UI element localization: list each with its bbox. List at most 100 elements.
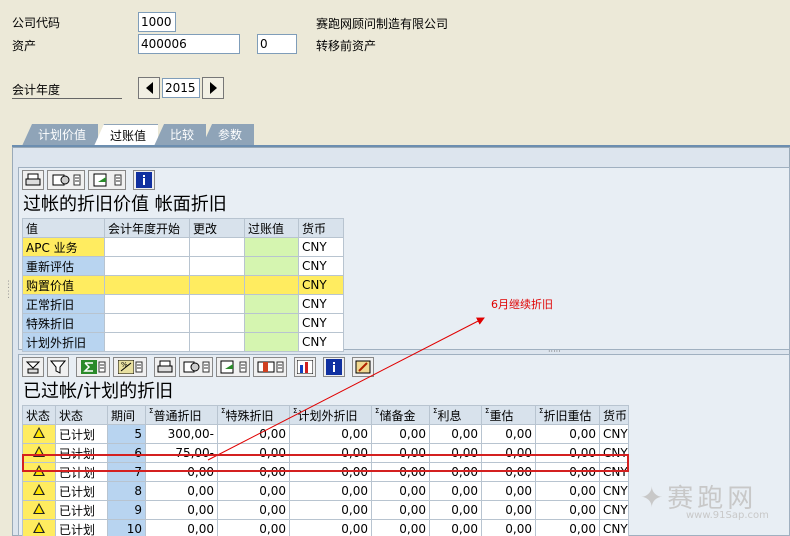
- column-header[interactable]: 状态: [55, 405, 108, 425]
- column-header[interactable]: 更改: [189, 218, 245, 238]
- column-header[interactable]: Σ 普通折旧: [145, 405, 218, 425]
- ordinary-dep-cell: 300,00-: [145, 424, 218, 444]
- table-row[interactable]: 已计划 9 0,00 0,00 0,00 0,00 0,00 0,00 0,00 CNY: [22, 500, 629, 520]
- reserve-cell: 0,00: [371, 424, 430, 444]
- menu-icon: [114, 174, 121, 186]
- dep-revaluation-cell: 0,00: [535, 481, 600, 501]
- column-header[interactable]: 期间: [107, 405, 146, 425]
- column-header[interactable]: 状态: [22, 405, 56, 425]
- currency-cell: CNY: [599, 500, 629, 520]
- column-header[interactable]: Σ 折旧重估: [535, 405, 600, 425]
- sum-icon: [80, 360, 97, 374]
- table-row[interactable]: 计划外折旧 CNY: [22, 332, 344, 352]
- info-icon: [326, 359, 342, 375]
- tab-posted-values[interactable]: 过账值: [94, 124, 159, 146]
- column-header[interactable]: 值: [22, 218, 105, 238]
- info-button[interactable]: [323, 357, 345, 377]
- period-cell: 9: [107, 500, 146, 520]
- filter-icon: [50, 360, 66, 374]
- filter-button[interactable]: [47, 357, 69, 377]
- edit-button[interactable]: [352, 357, 374, 377]
- export-button[interactable]: [88, 170, 126, 190]
- currency-cell: CNY: [599, 519, 629, 536]
- currency-cell: CNY: [599, 481, 629, 501]
- currency-cell: CNY: [298, 313, 344, 333]
- fy-start-cell: [104, 237, 190, 257]
- annotation-text: 6月继续折旧: [491, 298, 553, 311]
- sort-button[interactable]: [22, 357, 44, 377]
- table-row[interactable]: APC 业务 CNY: [22, 237, 344, 257]
- print-button[interactable]: [154, 357, 176, 377]
- value-type-cell: APC 业务: [22, 237, 105, 257]
- column-header[interactable]: Σ 计划外折旧: [289, 405, 372, 425]
- change-cell: [189, 332, 245, 352]
- tab-planned-values[interactable]: 计划价值: [22, 124, 99, 146]
- arrow-right-icon: [209, 82, 217, 94]
- column-header[interactable]: 过账值: [244, 218, 299, 238]
- resize-handle[interactable]: ⋮ ⋮: [4, 280, 13, 300]
- ordinary-dep-cell: 0,00: [145, 519, 218, 536]
- svg-text:%: %: [121, 361, 128, 369]
- revaluation-cell: 0,00: [481, 500, 536, 520]
- asset-subnumber-field[interactable]: 0: [257, 34, 297, 54]
- asset-label: 资产: [12, 39, 37, 53]
- currency-cell: CNY: [298, 332, 344, 352]
- asset-number-field[interactable]: 400006: [138, 34, 240, 54]
- table-row[interactable]: 已计划 8 0,00 0,00 0,00 0,00 0,00 0,00 0,00 CNY: [22, 481, 629, 501]
- column-header[interactable]: Σ 特殊折旧: [217, 405, 290, 425]
- value-type-cell: 正常折旧: [22, 294, 105, 314]
- status-icon-cell[interactable]: [22, 519, 56, 536]
- table-row[interactable]: 特殊折旧 CNY: [22, 313, 344, 333]
- warning-icon: [33, 522, 45, 533]
- posted-cell: [244, 275, 299, 295]
- sum-button[interactable]: [76, 357, 110, 377]
- table-row[interactable]: 已计划 5 300,00- 0,00 0,00 0,00 0,00 0,00 0,00 CNY: [22, 424, 629, 444]
- column-header[interactable]: 会计年度开始: [104, 218, 190, 238]
- table-row[interactable]: 正常折旧 CNY: [22, 294, 344, 314]
- layout-button[interactable]: [253, 357, 287, 377]
- view-button[interactable]: [179, 357, 213, 377]
- print-button[interactable]: [22, 170, 44, 190]
- next-year-button[interactable]: [202, 77, 224, 99]
- status-cell: 已计划: [55, 481, 108, 501]
- info-button[interactable]: [133, 170, 155, 190]
- posted-cell: [244, 294, 299, 314]
- interest-cell: 0,00: [429, 481, 482, 501]
- fy-start-cell: [104, 294, 190, 314]
- tab-parameters[interactable]: 参数: [202, 124, 255, 146]
- special-dep-cell: 0,00: [217, 424, 290, 444]
- column-header[interactable]: 货币: [298, 218, 344, 238]
- layout-icon: [257, 361, 274, 373]
- column-header[interactable]: Σ 利息: [429, 405, 482, 425]
- status-icon-cell[interactable]: [22, 500, 56, 520]
- menu-icon: [98, 361, 105, 373]
- view-button[interactable]: [47, 170, 85, 190]
- previous-year-button[interactable]: [138, 77, 160, 99]
- table-row[interactable]: 重新评估 CNY: [22, 256, 344, 276]
- table-row[interactable]: 购置价值 CNY: [22, 275, 344, 295]
- tab-comparison[interactable]: 比较: [154, 124, 207, 146]
- column-header[interactable]: 货币: [599, 405, 629, 425]
- interest-cell: 0,00: [429, 519, 482, 536]
- menu-icon: [202, 361, 209, 373]
- revaluation-cell: 0,00: [481, 424, 536, 444]
- change-cell: [189, 294, 245, 314]
- posted-cell: [244, 332, 299, 352]
- status-icon-cell[interactable]: [22, 481, 56, 501]
- subtotal-button[interactable]: %: [113, 357, 147, 377]
- export-button[interactable]: [216, 357, 250, 377]
- fiscal-year-field[interactable]: 2015: [162, 78, 200, 98]
- graphic-button[interactable]: [294, 357, 316, 377]
- warning-icon: [33, 484, 45, 495]
- status-icon-cell[interactable]: [22, 424, 56, 444]
- table-header-row: 状态 状态 期间 Σ 普通折旧 Σ 特殊折旧 Σ 计划外折旧 Σ 储备金 Σ 利息 Σ 重估…: [22, 405, 629, 425]
- fy-start-cell: [104, 332, 190, 352]
- reserve-cell: 0,00: [371, 481, 430, 501]
- table-row[interactable]: 已计划 10 0,00 0,00 0,00 0,00 0,00 0,00 0,00 CNY: [22, 519, 629, 536]
- arrow-left-icon: [145, 82, 153, 94]
- column-header[interactable]: Σ 储备金: [371, 405, 430, 425]
- company-code-field[interactable]: 1000: [138, 12, 176, 32]
- menu-icon: [239, 361, 246, 373]
- chart-icon: [297, 360, 313, 374]
- column-header[interactable]: Σ 重估: [481, 405, 536, 425]
